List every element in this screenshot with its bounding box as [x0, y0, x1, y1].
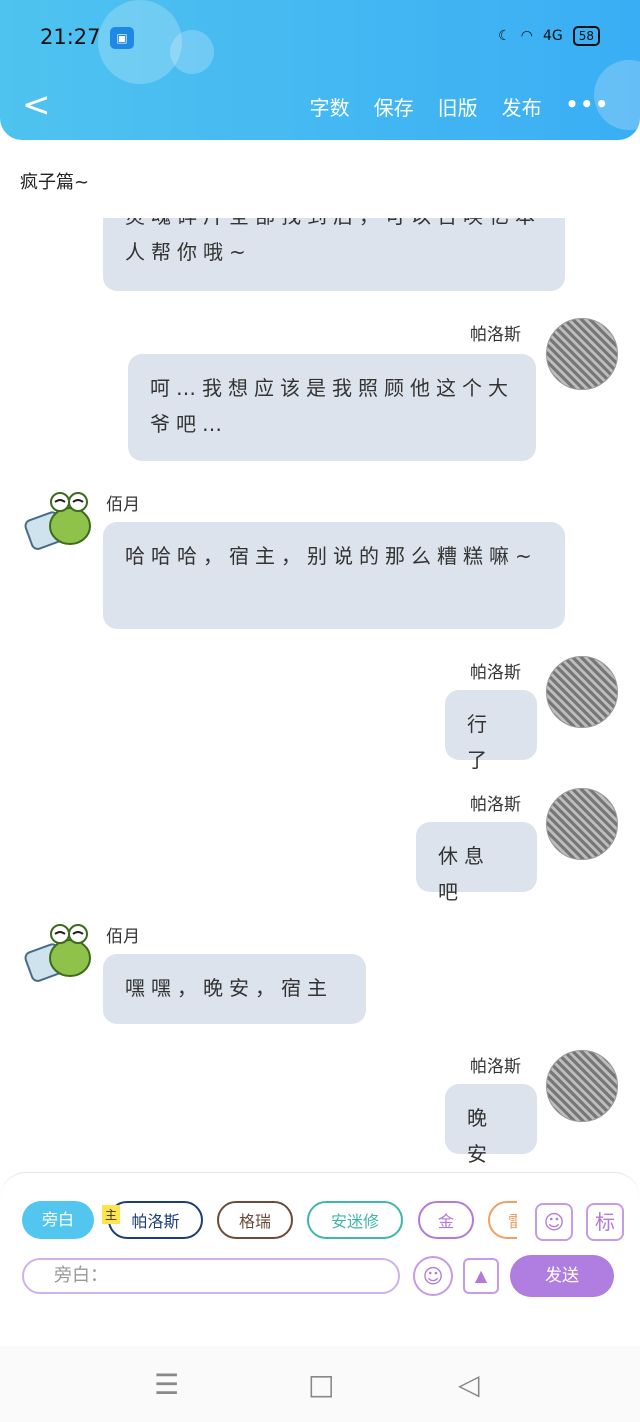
more-options-button[interactable]: ••• — [566, 92, 610, 121]
top-header: 21:27 ▣ ☾ ◠ 4G 58 < 字数 保存 旧版 发布 ••• — [0, 0, 640, 140]
message-bubble[interactable]: 哈哈哈，宿主，别说的那么糟糕嘛~ — [103, 522, 565, 629]
image-icon[interactable]: ▲ — [463, 1258, 499, 1294]
decoration-bubble — [170, 30, 214, 74]
message-bubble[interactable]: 呵…我想应该是我照顾他这个大爷吧… — [128, 354, 536, 461]
avatar-baiyue[interactable] — [24, 486, 94, 556]
word-count-button[interactable]: 字数 — [310, 92, 350, 121]
old-version-button[interactable]: 旧版 — [438, 92, 478, 121]
chip-character[interactable]: 雷 — [488, 1201, 517, 1239]
message-bubble[interactable]: 嘿嘿，晚安，宿主 — [103, 954, 366, 1024]
back-button[interactable]: < — [22, 88, 51, 122]
system-nav-bar: ☰ □ ◁ — [0, 1346, 640, 1422]
frog-icon — [24, 492, 91, 550]
android-app-icon: ▣ — [110, 27, 134, 49]
message-bubble[interactable]: 休息吧 — [416, 822, 537, 904]
publish-button[interactable]: 发布 — [502, 92, 542, 121]
chip-narration[interactable]: 旁白 — [22, 1201, 94, 1239]
avatar-palos[interactable] — [546, 656, 618, 728]
avatar-palos[interactable] — [546, 318, 618, 390]
speaker-name: 帕洛斯 — [470, 795, 521, 815]
speaker-name: 帕洛斯 — [470, 663, 521, 683]
status-time: 21:27 — [40, 25, 101, 49]
message-input[interactable]: 旁白： — [22, 1258, 400, 1294]
chip-character[interactable]: 安迷修 — [307, 1201, 403, 1239]
moon-icon: ☾ — [498, 28, 511, 44]
chevron-left-icon: < — [22, 85, 51, 125]
battery-icon: 58 — [572, 26, 600, 46]
character-chips[interactable]: 旁白 帕洛斯 主 格瑞 安迷修 金 雷 — [22, 1201, 517, 1243]
chip-character[interactable]: 帕洛斯 — [108, 1201, 203, 1239]
save-button[interactable]: 保存 — [374, 92, 414, 121]
chip-character[interactable]: 金 — [418, 1201, 474, 1239]
speaker-name: 帕洛斯 — [470, 325, 521, 345]
home-square-icon[interactable]: □ — [308, 1368, 334, 1401]
main-character-tag: 主 — [102, 1205, 121, 1224]
avatar-palos[interactable] — [546, 788, 618, 860]
send-button[interactable]: 发送 — [510, 1255, 614, 1297]
message-bubble[interactable]: 行了 — [445, 690, 537, 772]
emoji-icon[interactable]: ☺ — [413, 1256, 453, 1296]
speaker-name: 佰月 — [106, 495, 140, 515]
message-bubble[interactable]: 灵魂碎片全部找到后，可以召唤亿本人帮你哦~ — [103, 218, 565, 291]
menu-icon[interactable]: ☰ — [154, 1368, 179, 1401]
chat-list[interactable]: 灵魂碎片全部找到后，可以召唤亿本人帮你哦~ 帕洛斯 呵…我想应该是我照顾他这个大… — [0, 218, 640, 1173]
avatar-baiyue[interactable] — [24, 918, 94, 988]
speaker-name: 帕洛斯 — [470, 1057, 521, 1077]
speaker-name: 佰月 — [106, 927, 140, 947]
frog-icon — [24, 924, 91, 982]
message-bubble[interactable]: 晚安 — [445, 1084, 537, 1166]
chapter-title[interactable]: 疯子篇~ — [20, 168, 89, 194]
top-toolbar: 字数 保存 旧版 发布 ••• — [310, 92, 610, 121]
wifi-icon: ◠ — [520, 28, 533, 44]
signal-label: 4G — [542, 28, 563, 44]
character-manage-icon[interactable]: ☺ — [535, 1203, 573, 1241]
chip-character[interactable]: 格瑞 — [217, 1201, 293, 1239]
avatar-palos[interactable] — [546, 1050, 618, 1122]
status-icons: ☾ ◠ 4G 58 — [498, 26, 600, 46]
back-triangle-icon[interactable]: ◁ — [458, 1368, 480, 1401]
tag-button[interactable]: 标 — [586, 1203, 624, 1241]
